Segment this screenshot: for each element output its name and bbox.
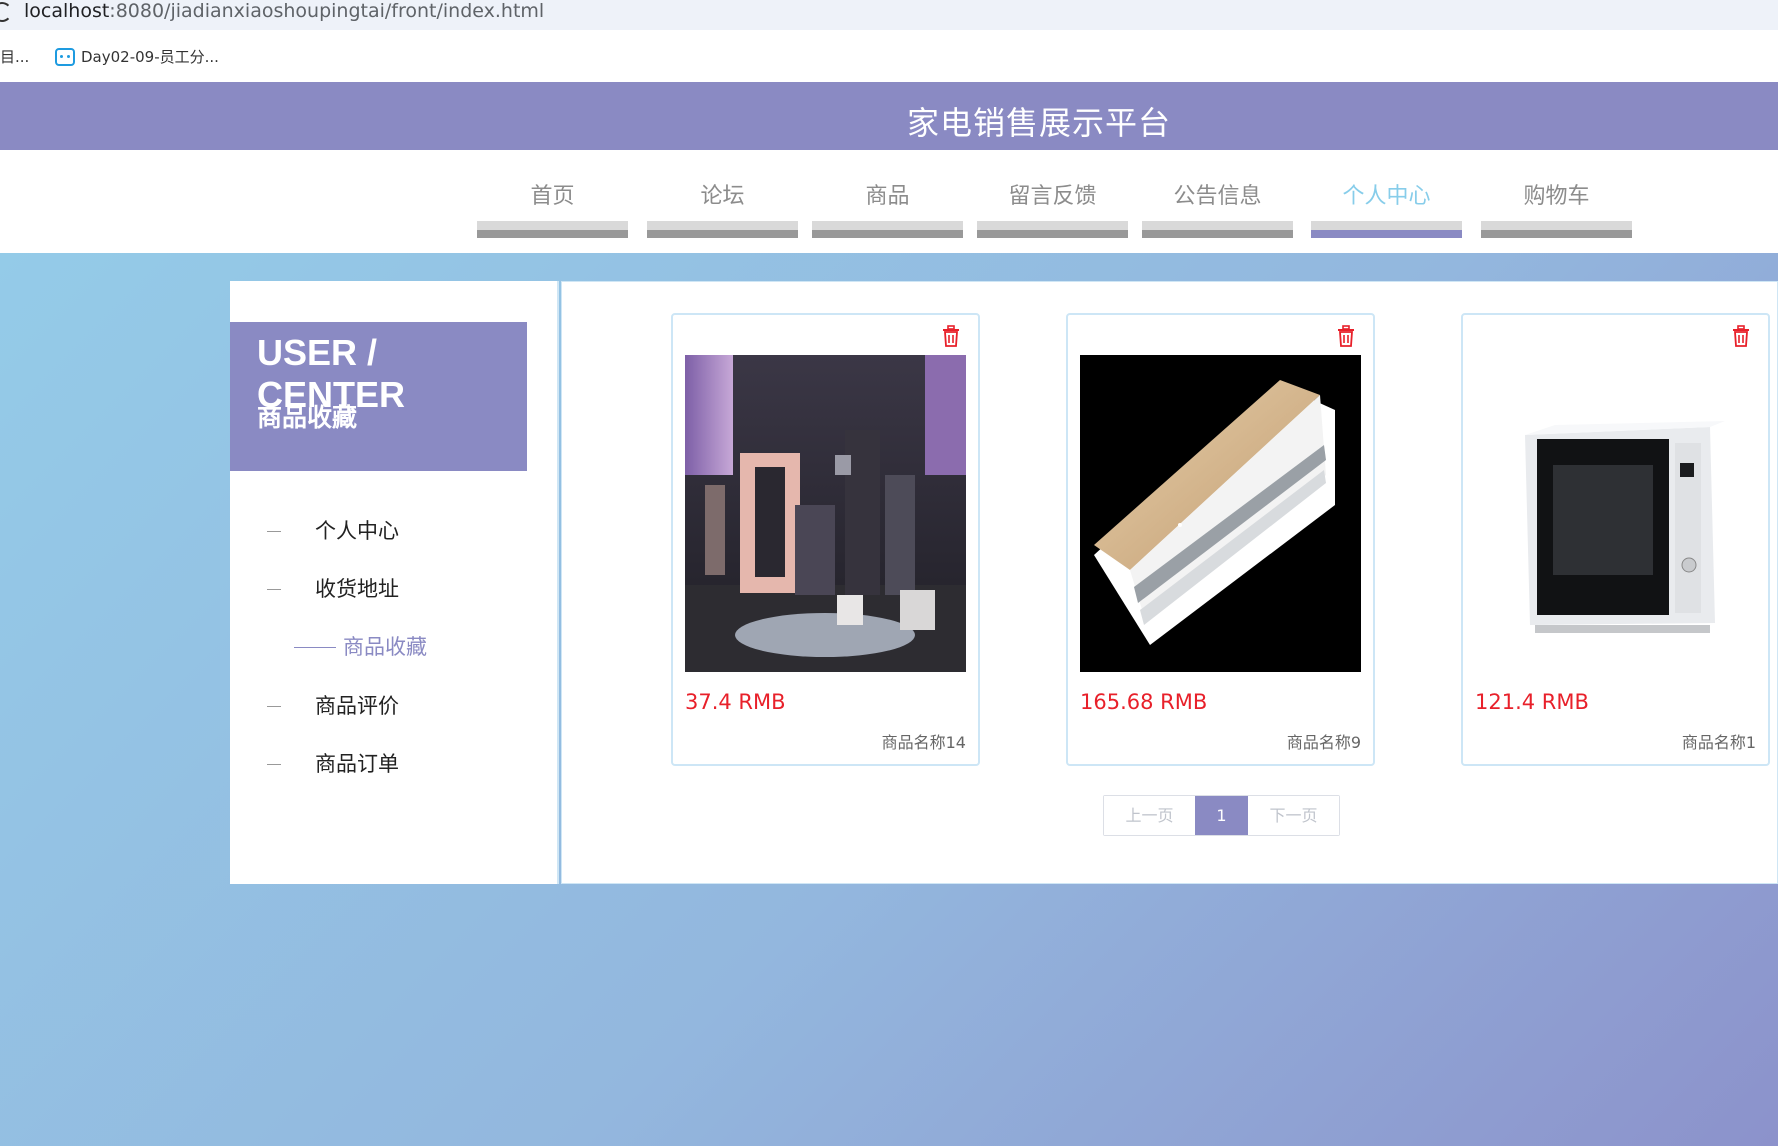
nav-item-user-center[interactable]: 个人中心	[1311, 180, 1462, 238]
product-name: 商品名称1	[1681, 733, 1756, 752]
nav-item-underline	[1481, 221, 1632, 238]
prev-page-button[interactable]: 上一页	[1104, 796, 1195, 835]
bookmarks-bar: 目... Day02-09-员工分...	[0, 30, 1778, 82]
product-image-microwave[interactable]	[1475, 355, 1756, 672]
trash-icon[interactable]	[1730, 325, 1752, 347]
sidebar-item-reviews[interactable]: 商品评价	[230, 686, 527, 726]
nav-item-underline	[647, 221, 798, 238]
sidebar-item-label: 商品评价	[315, 694, 399, 718]
bookmark-item[interactable]: Day02-09-员工分...	[55, 46, 219, 67]
bookmark-item[interactable]: 目...	[0, 46, 29, 67]
product-card[interactable]: 121.4 RMB 商品名称1	[1461, 313, 1770, 766]
nav-item-forum[interactable]: 论坛	[647, 180, 798, 238]
nav-item-label: 个人中心	[1342, 184, 1431, 209]
sidebar-title-cn: 商品收藏	[257, 403, 358, 432]
bookmark-label: Day02-09-员工分...	[81, 48, 219, 66]
bookmark-label: 目...	[0, 48, 30, 66]
sidebar-item-label: 商品收藏	[343, 635, 427, 659]
sidebar-item-label: 个人中心	[315, 519, 399, 543]
nav-item-label: 商品	[865, 184, 910, 209]
url-path: :8080/jiadianxiaoshoupingtai/front/index…	[109, 0, 545, 22]
nav-item-underline	[477, 221, 628, 238]
product-name: 商品名称14	[881, 733, 966, 752]
nav-item-underline	[977, 221, 1128, 238]
nav-item-underline	[812, 221, 963, 238]
pagination: 上一页 1 下一页	[1103, 795, 1340, 836]
dash-marker	[267, 706, 281, 707]
product-card[interactable]: 165.68 RMB 商品名称9	[1066, 313, 1375, 766]
dash-marker	[267, 531, 281, 532]
nav-item-underline	[1142, 221, 1293, 238]
url-host: localhost	[24, 0, 110, 22]
product-image-air-conditioner[interactable]	[1080, 355, 1361, 672]
product-price: 165.68 RMB	[1080, 690, 1208, 714]
user-center-sidebar: USER / CENTER 商品收藏 个人中心 收货地址 商品收藏 商品评价 商…	[230, 281, 559, 884]
nav-item-feedback[interactable]: 留言反馈	[977, 180, 1128, 238]
url-text[interactable]: localhost:8080/jiadianxiaoshoupingtai/fr…	[24, 0, 544, 22]
nav-item-label: 首页	[530, 184, 575, 209]
sidebar-item-user-center[interactable]: 个人中心	[230, 511, 527, 551]
dash-marker	[267, 764, 281, 765]
dash-marker	[294, 647, 336, 648]
page-number-button[interactable]: 1	[1195, 796, 1248, 835]
product-name: 商品名称9	[1286, 733, 1361, 752]
trash-icon[interactable]	[940, 325, 962, 347]
bilibili-icon	[55, 47, 75, 66]
favorites-panel: 37.4 RMB 商品名称14 165.68 RMB 商品名称9 121.4 R…	[561, 281, 1778, 884]
main-nav: 首页 论坛 商品 留言反馈 公告信息 个人中心 购物车	[0, 150, 1778, 253]
nav-item-label: 论坛	[700, 184, 745, 209]
nav-item-label: 留言反馈	[1008, 184, 1097, 209]
nav-item-cart[interactable]: 购物车	[1481, 180, 1632, 238]
site-title: 家电销售展示平台	[906, 104, 1171, 142]
sidebar-item-label: 收货地址	[315, 577, 399, 601]
nav-item-products[interactable]: 商品	[812, 180, 963, 238]
product-card[interactable]: 37.4 RMB 商品名称14	[671, 313, 980, 766]
nav-item-label: 公告信息	[1173, 184, 1262, 209]
nav-item-home[interactable]: 首页	[477, 180, 628, 238]
sidebar-item-address[interactable]: 收货地址	[230, 569, 527, 609]
nav-item-underline	[1311, 221, 1462, 238]
next-page-button[interactable]: 下一页	[1248, 796, 1339, 835]
sidebar-header: USER / CENTER 商品收藏	[230, 322, 527, 471]
nav-item-announcements[interactable]: 公告信息	[1142, 180, 1293, 238]
sidebar-item-orders[interactable]: 商品订单	[230, 744, 527, 784]
product-image-kitchen[interactable]	[685, 355, 966, 672]
browser-url-bar[interactable]: localhost:8080/jiadianxiaoshoupingtai/fr…	[0, 0, 1778, 30]
site-header: 家电销售展示平台	[0, 82, 1778, 150]
nav-item-label: 购物车	[1523, 184, 1590, 209]
trash-icon[interactable]	[1335, 325, 1357, 347]
dash-marker	[267, 589, 281, 590]
product-price: 37.4 RMB	[685, 690, 786, 714]
product-price: 121.4 RMB	[1475, 690, 1589, 714]
sidebar-item-favorites[interactable]: 商品收藏	[230, 627, 527, 667]
reload-icon[interactable]	[0, 2, 12, 22]
sidebar-item-label: 商品订单	[315, 752, 399, 776]
